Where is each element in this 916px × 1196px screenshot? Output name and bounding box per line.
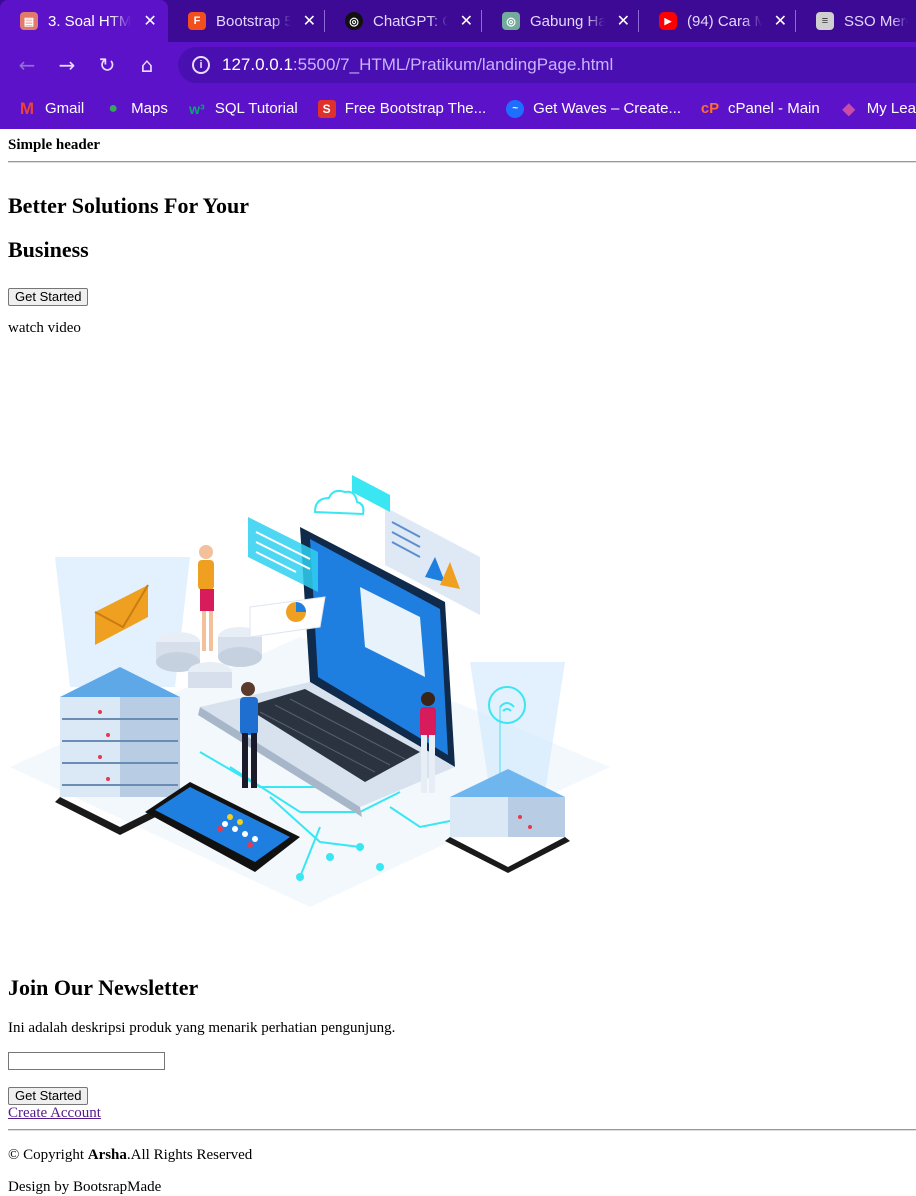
cpanel-icon: cP xyxy=(700,100,720,117)
newsletter-title: Join Our Newsletter xyxy=(8,975,199,1000)
copyright-suffix: .All Rights Reserved xyxy=(126,1147,253,1163)
watch-video-text: watch video xyxy=(8,320,81,336)
bookmark-label: My Lea xyxy=(866,100,916,117)
hero-get-started-button[interactable]: Get Started xyxy=(8,288,89,306)
bookmark-my-lea[interactable]: ◆ My Lea xyxy=(840,100,916,118)
bookmark-sql-tutorial[interactable]: w³ SQL Tutorial xyxy=(188,100,298,118)
header-divider xyxy=(8,161,916,163)
bookmark-label: Free Bootstrap The... xyxy=(344,100,487,117)
hero-title: Better Solutions For Your Business xyxy=(8,193,249,262)
chatgpt-icon: ◎ xyxy=(502,12,520,30)
bookmark-label: Get Waves – Create... xyxy=(533,100,681,117)
back-icon[interactable]: ← xyxy=(14,52,40,78)
tab-title: (94) Cara M xyxy=(687,12,762,30)
browser-chrome: ▤ 3. Soal HTM ✕ F Bootstrap 5 ✕ ◎ ChatGP… xyxy=(0,0,916,129)
newsletter-description: Ini adalah deskripsi produk yang menarik… xyxy=(8,1020,396,1036)
tab-title: SSO Mercu xyxy=(844,12,908,30)
bookmark-maps[interactable]: ● Maps xyxy=(104,100,168,118)
bookmarks-bar: M Gmail ● Maps w³ SQL Tutorial S Free Bo… xyxy=(0,88,916,129)
bookmark-label: Maps xyxy=(131,100,168,117)
hero-illustration xyxy=(10,475,610,907)
tab-chatgpt-o[interactable]: ◎ ChatGPT: O ✕ xyxy=(325,0,481,42)
address-bar[interactable]: i 127.0.0.1:5500/7_HTML/Pratikum/landing… xyxy=(178,47,916,83)
bookmark-cpanel[interactable]: cP cPanel - Main xyxy=(701,100,820,118)
url-text[interactable]: 127.0.0.1:5500/7_HTML/Pratikum/landingPa… xyxy=(222,55,613,75)
browser-toolbar: ← → ↻ ⌂ i 127.0.0.1:5500/7_HTML/Pratikum… xyxy=(0,42,916,88)
book-icon: ▤ xyxy=(20,12,38,30)
url-path: :5500/7_HTML/Pratikum/landingPage.html xyxy=(292,55,614,74)
close-icon[interactable]: ✕ xyxy=(303,11,316,31)
page-content: Simple header Better Solutions For Your … xyxy=(0,137,916,1195)
tab-title: Bootstrap 5 xyxy=(216,12,291,30)
design-credit: Design by BootsrapMade xyxy=(8,1179,162,1195)
database-icon: ≡ xyxy=(816,12,834,30)
copyright-prefix: © Copyright xyxy=(8,1147,88,1163)
url-host: 127.0.0.1 xyxy=(222,55,293,74)
youtube-icon: ▶ xyxy=(659,12,677,30)
bookmark-label: cPanel - Main xyxy=(728,100,820,117)
copyright-text: © Copyright Arsha.All Rights Reserved xyxy=(8,1147,252,1164)
footer-divider xyxy=(8,1129,916,1131)
tab-youtube[interactable]: ▶ (94) Cara M ✕ xyxy=(639,0,795,42)
home-icon[interactable]: ⌂ xyxy=(134,52,160,78)
figma-icon: F xyxy=(188,12,206,30)
simple-header: Simple header xyxy=(8,137,101,153)
newsletter-get-started-button[interactable]: Get Started xyxy=(8,1087,89,1105)
waves-icon: ~ xyxy=(506,99,525,118)
bookmark-label: Gmail xyxy=(45,100,85,117)
tab-gabung[interactable]: ◎ Gabung Ha ✕ xyxy=(482,0,638,42)
tab-bar: ▤ 3. Soal HTM ✕ F Bootstrap 5 ✕ ◎ ChatGP… xyxy=(0,0,916,42)
tab-title: Gabung Ha xyxy=(530,12,605,30)
close-icon[interactable]: ✕ xyxy=(774,11,787,31)
create-account-link[interactable]: Create Account xyxy=(8,1105,101,1122)
bookmark-label: SQL Tutorial xyxy=(214,100,298,117)
info-icon[interactable]: i xyxy=(192,56,210,74)
forward-icon[interactable]: → xyxy=(54,52,80,78)
w3schools-icon: w³ xyxy=(189,100,205,117)
bookmark-get-waves[interactable]: ~ Get Waves – Create... xyxy=(506,99,681,118)
tab-sso[interactable]: ≡ SSO Mercu xyxy=(796,0,916,42)
bookmark-gmail[interactable]: M Gmail xyxy=(18,98,85,118)
reload-icon[interactable]: ↻ xyxy=(94,52,120,78)
close-icon[interactable]: ✕ xyxy=(617,11,630,31)
tab-soal-html[interactable]: ▤ 3. Soal HTM ✕ xyxy=(0,0,168,42)
openai-icon: ◎ xyxy=(345,12,363,30)
tab-title: ChatGPT: O xyxy=(373,12,448,30)
s-icon: S xyxy=(317,99,336,118)
close-icon[interactable]: ✕ xyxy=(460,11,473,31)
bookmark-free-bootstrap[interactable]: S Free Bootstrap The... xyxy=(317,99,487,118)
tab-title: 3. Soal HTM xyxy=(48,12,132,30)
maps-icon: ● xyxy=(108,99,118,117)
close-icon[interactable]: ✕ xyxy=(143,11,156,31)
newsletter-email-input[interactable] xyxy=(8,1052,165,1070)
copyright-brand: Arsha xyxy=(87,1147,127,1163)
gmail-icon: M xyxy=(19,98,35,118)
cube-icon: ◆ xyxy=(842,100,855,118)
tab-bootstrap[interactable]: F Bootstrap 5 ✕ xyxy=(168,0,324,42)
